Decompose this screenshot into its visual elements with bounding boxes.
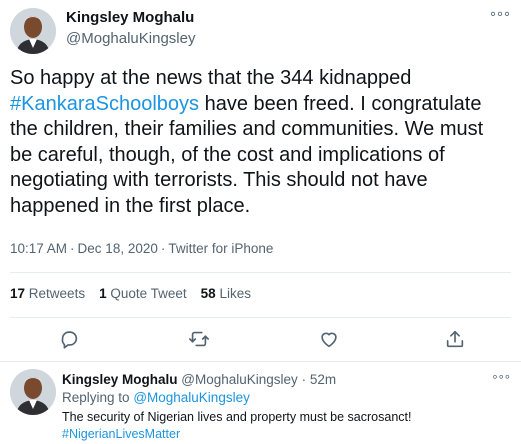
tweet-date[interactable]: Dec 18, 2020: [78, 241, 158, 256]
replying-to: Replying to @MoghaluKingsley: [62, 390, 250, 405]
like-icon[interactable]: [318, 328, 342, 352]
action-bar: [0, 322, 521, 358]
reply-icon[interactable]: [58, 328, 82, 352]
retweets-label: Retweets: [28, 286, 86, 301]
tweet-text-line: the children, their families and communi…: [10, 118, 484, 140]
divider: [10, 317, 511, 318]
divider: [0, 361, 521, 362]
author-name[interactable]: Kingsley Moghalu: [66, 9, 194, 26]
author-avatar[interactable]: [10, 8, 56, 54]
replying-to-mention[interactable]: @MoghaluKingsley: [133, 390, 250, 405]
share-icon[interactable]: [444, 328, 468, 352]
reply-header: Kingsley Moghalu @MoghaluKingsley · 52m: [62, 372, 336, 387]
reply-time[interactable]: 52m: [310, 372, 336, 387]
tweet-meta: 10:17 AM · Dec 18, 2020 · Twitter for iPhone: [10, 241, 273, 256]
meta-separator: ·: [70, 241, 75, 256]
replying-to-label: Replying to: [62, 390, 130, 405]
tweet-text-fragment: have been freed. I congratulate: [199, 92, 482, 115]
reply-separator: ·: [301, 372, 307, 387]
quote-tweets-count: 1: [99, 286, 107, 301]
likes-label: Likes: [219, 286, 251, 301]
tweet-source[interactable]: Twitter for iPhone: [168, 241, 273, 256]
hashtag-link[interactable]: #KankaraSchoolboys: [10, 93, 199, 115]
quote-tweets-label: Quote Tweet: [110, 286, 187, 301]
reply-text: The security of Nigerian lives and prope…: [62, 410, 412, 424]
more-options-icon[interactable]: °°°: [490, 9, 511, 26]
retweet-icon[interactable]: [188, 328, 212, 352]
reply-author-handle[interactable]: @MoghaluKingsley: [181, 372, 298, 387]
divider: [10, 272, 511, 273]
tweet-text-line: be careful, though, of the cost and impl…: [10, 143, 445, 166]
reply-author-avatar[interactable]: [10, 369, 56, 415]
tweet-time[interactable]: 10:17 AM: [10, 241, 67, 256]
tweet-text-line: So happy at the news that the 344 kidnap…: [10, 67, 412, 89]
reply-hashtag-link[interactable]: #NigerianLivesMatter: [62, 426, 180, 442]
meta-separator: ·: [160, 241, 166, 256]
retweets-stat[interactable]: 17 Retweets: [10, 286, 85, 301]
author-handle[interactable]: @MoghaluKingsley: [66, 30, 195, 47]
tweet-text-line: negotiating with terrorists. This should…: [10, 169, 428, 191]
retweets-count: 17: [10, 286, 26, 301]
likes-stat[interactable]: 58 Likes: [201, 286, 251, 301]
tweet-text-line: happened in the first place.: [10, 194, 251, 217]
tweet-text: So happy at the news that the 344 kidnap…: [10, 66, 510, 219]
reply-more-options-icon[interactable]: °°°: [492, 372, 511, 387]
reply-author-name[interactable]: Kingsley Moghalu: [62, 372, 178, 387]
tweet-text-line: #KankaraSchoolboys have been freed. I co…: [10, 92, 510, 118]
tweet-stats: 17 Retweets 1 Quote Tweet 58 Likes: [10, 286, 265, 301]
quote-tweets-stat[interactable]: 1 Quote Tweet: [99, 286, 187, 301]
likes-count: 58: [200, 286, 216, 301]
